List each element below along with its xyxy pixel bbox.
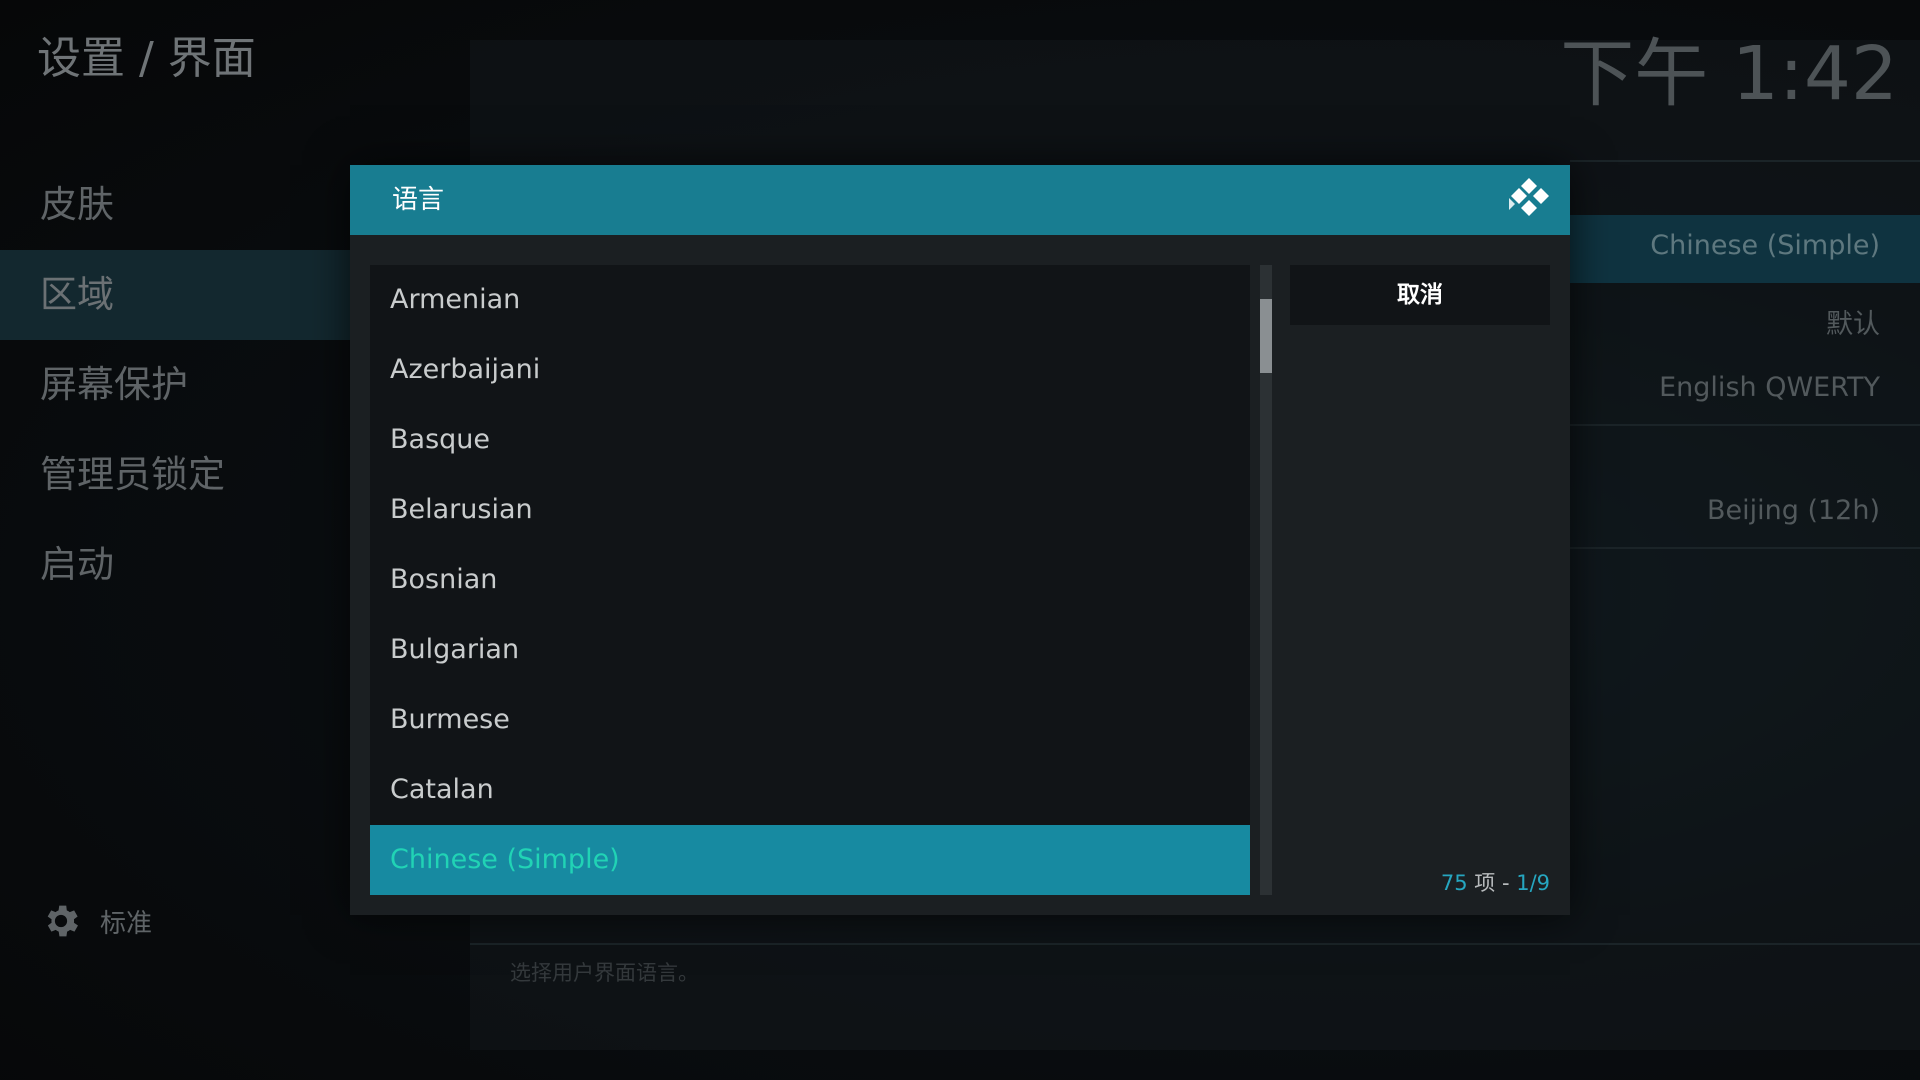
list-scrollbar[interactable] xyxy=(1260,265,1272,895)
page-indicator: 1/9 xyxy=(1516,871,1550,895)
settings-level-button[interactable]: 标准 xyxy=(40,900,152,942)
description-divider xyxy=(470,943,1920,945)
list-item[interactable]: Burmese xyxy=(370,685,1250,755)
sidebar-item-label: 皮肤 xyxy=(40,183,114,226)
clock: 下午 1:42 xyxy=(1560,31,1898,117)
language-select-dialog: 语言 Armenian Azerbaijani Basque Belarusia… xyxy=(350,165,1570,915)
list-item[interactable]: Bulgarian xyxy=(370,615,1250,685)
list-item[interactable]: Azerbaijani xyxy=(370,335,1250,405)
divider xyxy=(1570,424,1920,426)
language-list[interactable]: Armenian Azerbaijani Basque Belarusian B… xyxy=(370,265,1250,895)
kodi-settings-screen: 设置 / 界面 下午 1:42 皮肤 区域 屏幕保护 管理员锁定 启动 标准 C… xyxy=(0,0,1920,1080)
scrollbar-thumb[interactable] xyxy=(1260,299,1272,373)
dialog-title: 语言 xyxy=(392,185,445,215)
settings-level-label: 标准 xyxy=(100,908,153,939)
page-breadcrumb: 设置 / 界面 xyxy=(37,33,256,84)
item-count: 75 项 - 1/9 xyxy=(1441,867,1550,897)
list-item-selected[interactable]: Chinese (Simple) xyxy=(370,825,1250,895)
list-item[interactable]: Belarusian xyxy=(370,475,1250,545)
list-item[interactable]: Armenian xyxy=(370,265,1250,335)
item-total: 75 xyxy=(1440,871,1468,895)
sidebar-item-label: 启动 xyxy=(40,543,114,586)
list-item[interactable]: Bosnian xyxy=(370,545,1250,615)
sidebar-item-label: 屏幕保护 xyxy=(40,363,188,406)
sidebar-item-label: 管理员锁定 xyxy=(40,453,225,496)
item-count-separator: 项 - xyxy=(1467,871,1517,895)
setting-value-charset: 默认 xyxy=(1826,309,1880,340)
setting-value-language: Chinese (Simple) xyxy=(1650,230,1880,261)
gear-icon xyxy=(47,905,78,937)
cancel-button[interactable]: 取消 xyxy=(1290,265,1550,325)
sidebar-item-label: 区域 xyxy=(40,273,114,316)
divider xyxy=(1570,547,1920,549)
kodi-logo-icon xyxy=(1509,178,1549,216)
setting-description: 选择用户界面语言。 xyxy=(510,961,699,985)
setting-value-keyboard: English QWERTY xyxy=(1659,372,1880,403)
divider xyxy=(1570,160,1920,162)
list-item[interactable]: Basque xyxy=(370,405,1250,475)
setting-value-region: Beijing (12h) xyxy=(1706,495,1880,526)
list-item[interactable]: Catalan xyxy=(370,755,1250,825)
dialog-header: 语言 xyxy=(350,165,1570,235)
